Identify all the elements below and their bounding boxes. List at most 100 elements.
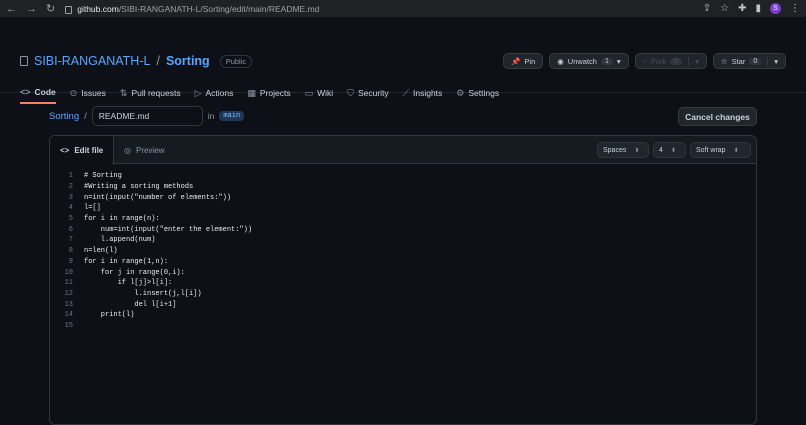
tab-actions-label: Actions <box>205 88 234 98</box>
unwatch-button[interactable]: ◉ Unwatch 1 ▾ <box>549 53 629 69</box>
tab-issues[interactable]: ⊙ Issues <box>70 87 106 104</box>
shield-icon: ⛉ <box>347 87 354 98</box>
line-number: 4 <box>68 204 73 213</box>
indent-mode-select[interactable]: Spaces ⬍ <box>597 142 649 158</box>
forward-arrow-icon[interactable]: → <box>26 3 37 15</box>
graph-icon: ⟋ <box>402 87 409 98</box>
line-number: 13 <box>64 300 73 309</box>
line-number: 14 <box>64 311 73 320</box>
repo-title: SIBI-RANGANATH-L / Sorting Public <box>20 54 253 68</box>
extensions-icon[interactable]: ✚ <box>738 3 746 14</box>
star-icon: ☆ <box>720 56 728 66</box>
address-bar[interactable]: github.com/SIBI-RANGANATH-L/Sorting/edit… <box>65 4 703 14</box>
tab-projects-label: Projects <box>259 88 291 98</box>
code-line: 13 del l[i+1] <box>50 299 756 310</box>
path-repo-link[interactable]: Sorting <box>49 111 79 122</box>
tab-code[interactable]: <> Code <box>20 87 56 104</box>
editor-header: <> Edit file ◎ Preview Spaces ⬍ 4 ⬍ Soft… <box>50 136 756 165</box>
line-number: 10 <box>64 268 73 277</box>
code-line: 9 for i in range(1,n): <box>50 257 756 268</box>
tab-wiki[interactable]: ▭ Wiki <box>305 87 334 104</box>
url-host: github.com <box>77 3 119 14</box>
line-text: l.append(num) <box>84 236 156 245</box>
line-text: #Writing a sorting methods <box>84 183 194 192</box>
tab-pull-requests[interactable]: ⇅ Pull requests <box>120 87 181 104</box>
line-number: 15 <box>64 321 73 330</box>
tab-code-label: Code <box>34 87 56 97</box>
editor-options: Spaces ⬍ 4 ⬍ Soft wrap ⬍ <box>597 142 751 158</box>
file-path-row: Sorting / in main <box>49 106 245 126</box>
browser-menu-icon[interactable]: ⋮ <box>790 3 800 14</box>
code-line: 10 for j in range(0,i): <box>50 267 756 278</box>
wrap-mode-select[interactable]: Soft wrap ⬍ <box>690 142 751 158</box>
table-icon: ▦ <box>247 87 256 98</box>
repo-owner-link[interactable]: SIBI-RANGANATH-L <box>34 54 150 68</box>
reload-icon[interactable]: ↻ <box>46 2 55 15</box>
tab-actions[interactable]: ▷ Actions <box>195 87 234 104</box>
line-text: if l[j]>l[i]: <box>84 279 173 288</box>
share-icon[interactable]: ⇪ <box>703 3 711 14</box>
profile-avatar[interactable]: S <box>770 3 781 14</box>
book-icon: ▭ <box>304 87 314 98</box>
indent-size-select[interactable]: 4 ⬍ <box>653 142 686 158</box>
line-text: for j in range(0,i): <box>84 268 185 277</box>
repo-icon <box>20 56 28 66</box>
cancel-changes-button[interactable]: Cancel changes <box>678 107 757 126</box>
browser-nav: ← → ↻ <box>6 2 55 16</box>
line-text: print(l) <box>84 311 135 320</box>
eye-icon: ◎ <box>124 145 131 155</box>
line-text: n=int(input("number of elements:")) <box>84 193 232 202</box>
indent-size-value: 4 <box>659 146 663 154</box>
browser-toolbar: ← → ↻ github.com/SIBI-RANGANATH-L/Sortin… <box>0 0 806 17</box>
line-number: 2 <box>68 183 73 192</box>
code-area[interactable]: 1 # Sorting 2 #Writing a sorting methods 3… <box>50 164 756 332</box>
pull-request-icon: ⇅ <box>119 87 128 98</box>
code-line: 7 l.append(num) <box>50 235 756 246</box>
tab-insights[interactable]: ⟋ Insights <box>403 87 443 104</box>
tab-edit-file[interactable]: <> Edit file <box>50 136 115 165</box>
tab-security[interactable]: ⛉ Security <box>347 87 388 104</box>
code-line: 1 # Sorting <box>50 171 756 182</box>
tab-settings-label: Settings <box>468 88 500 98</box>
line-number: 11 <box>64 279 73 288</box>
pin-icon: 📌 <box>511 56 521 66</box>
tab-security-label: Security <box>357 88 389 98</box>
chevron-down-icon[interactable]: ▾ <box>688 56 699 66</box>
code-line: 5 for i in range(n): <box>50 214 756 225</box>
back-arrow-icon[interactable]: ← <box>6 3 17 15</box>
fork-button[interactable]: ⑂ Fork 0 ▾ <box>634 53 707 69</box>
in-label: in <box>207 111 215 121</box>
star-label: Star <box>731 56 746 66</box>
lock-icon <box>65 5 73 14</box>
side-panel-icon[interactable]: ▮ <box>755 3 761 14</box>
star-button[interactable]: ☆ Star 0 ▾ <box>712 53 786 69</box>
line-text: del l[i+1] <box>84 300 177 309</box>
indent-mode-value: Spaces <box>603 146 627 154</box>
code-line: 6 num=int(input("enter the element:")) <box>50 224 756 235</box>
tab-preview[interactable]: ◎ Preview <box>114 136 174 164</box>
line-text: n=len(l) <box>84 247 118 256</box>
code-icon: <> <box>60 146 70 155</box>
filename-input[interactable] <box>91 106 203 126</box>
line-text: num=int(input("enter the element:")) <box>84 225 253 234</box>
line-text: for i in range(n): <box>84 215 160 224</box>
fork-label: Fork <box>651 56 667 66</box>
line-number: 5 <box>68 215 73 224</box>
repo-name-link[interactable]: Sorting <box>166 54 210 68</box>
bookmark-star-icon[interactable]: ☆ <box>720 3 729 14</box>
line-text: for i in range(1,n): <box>84 257 169 266</box>
repo-actions: 📌 Pin ◉ Unwatch 1 ▾ ⑂ Fork 0 ▾ ☆ Star 0 … <box>503 53 786 69</box>
file-editor: <> Edit file ◎ Preview Spaces ⬍ 4 ⬍ Soft… <box>49 135 757 425</box>
watch-count: 1 <box>600 57 613 65</box>
chevron-down-icon[interactable]: ▾ <box>767 56 778 66</box>
tab-settings[interactable]: ⚙ Settings <box>456 87 499 104</box>
pin-button[interactable]: 📌 Pin <box>503 53 544 69</box>
fork-icon: ⑂ <box>642 56 648 66</box>
select-arrows-icon: ⬍ <box>634 147 640 154</box>
code-icon: <> <box>20 87 31 97</box>
tab-insights-label: Insights <box>412 88 443 98</box>
tab-projects[interactable]: ▦ Projects <box>247 87 290 104</box>
line-number: 12 <box>64 289 73 298</box>
tab-preview-label: Preview <box>135 145 165 155</box>
line-number: 9 <box>68 257 73 266</box>
